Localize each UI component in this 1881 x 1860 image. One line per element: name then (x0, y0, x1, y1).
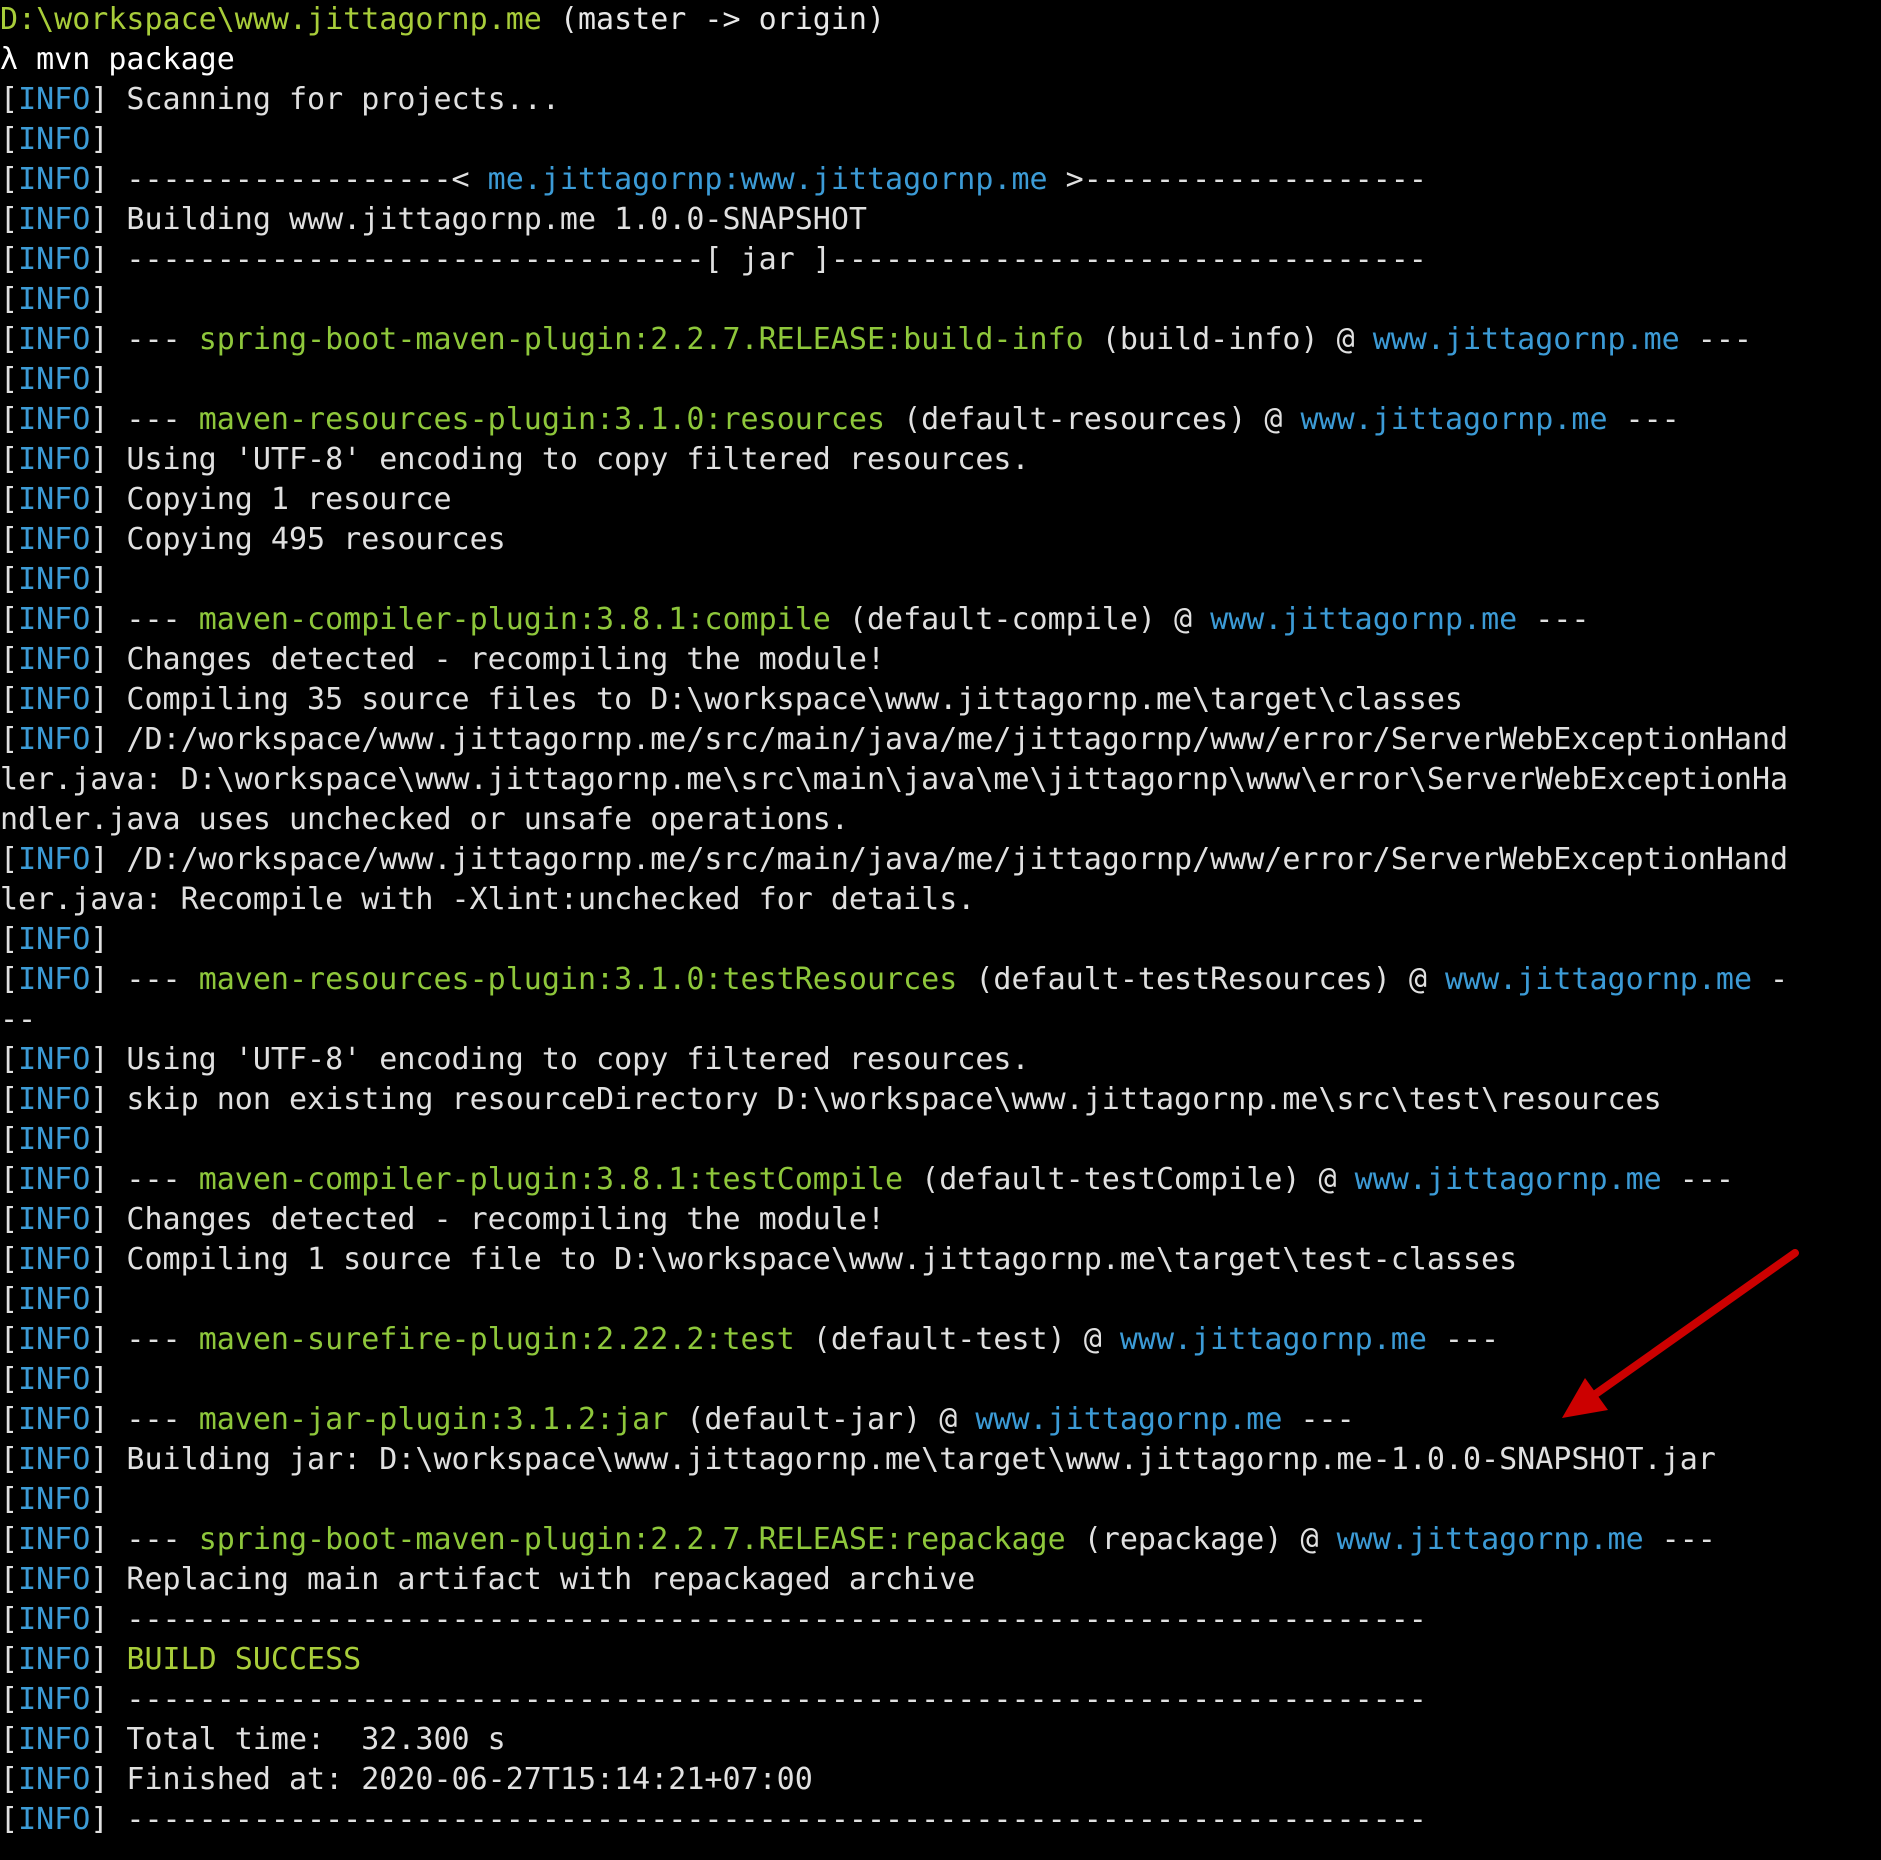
terminal-window[interactable]: D:\workspace\www.jittagornp.me (master -… (0, 0, 1881, 1860)
arrow-shaft (1576, 1249, 1799, 1409)
arrow-head (1562, 1378, 1608, 1418)
red-arrow-icon (1562, 1249, 1799, 1418)
